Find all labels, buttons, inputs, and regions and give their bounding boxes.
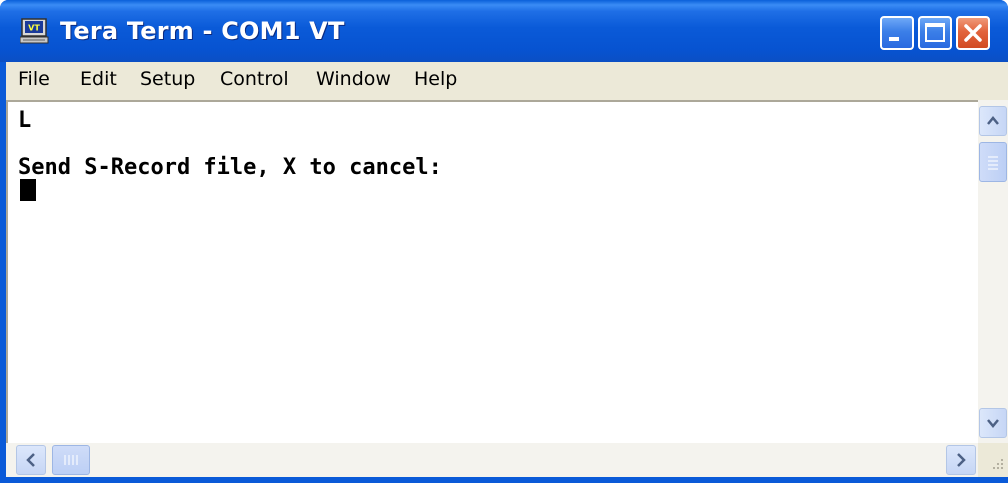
text-cursor xyxy=(20,179,36,201)
terminal-screen[interactable]: L Send S-Record file, X to cancel: xyxy=(6,100,978,443)
chevron-up-icon xyxy=(987,116,999,125)
terminal-line: L xyxy=(18,108,32,133)
title-bar[interactable]: VT Tera Term - COM1 VT xyxy=(0,0,1008,62)
menu-file[interactable]: File xyxy=(18,68,50,90)
grip-icon xyxy=(988,156,998,170)
menu-setup[interactable]: Setup xyxy=(140,68,195,90)
terminal-line: Send S-Record file, X to cancel: xyxy=(18,155,442,180)
maximize-icon xyxy=(925,23,945,42)
scroll-left-button[interactable] xyxy=(16,445,46,475)
chevron-right-icon xyxy=(957,453,966,467)
menu-window[interactable]: Window xyxy=(316,68,391,90)
close-icon xyxy=(964,24,982,42)
menu-bar: File Edit Setup Control Window Help xyxy=(6,62,1008,100)
scroll-down-button[interactable] xyxy=(979,408,1007,438)
svg-text:VT: VT xyxy=(28,24,40,33)
minimize-button[interactable] xyxy=(880,16,914,50)
resize-grip-icon xyxy=(993,459,1003,469)
chevron-left-icon xyxy=(26,453,35,467)
scroll-right-button[interactable] xyxy=(946,445,976,475)
maximize-button[interactable] xyxy=(918,16,952,50)
horizontal-scroll-thumb[interactable] xyxy=(52,445,90,475)
scroll-up-button[interactable] xyxy=(979,106,1007,136)
horizontal-scrollbar[interactable] xyxy=(6,443,978,477)
menu-control[interactable]: Control xyxy=(220,68,289,90)
vertical-scrollbar[interactable] xyxy=(978,100,1008,443)
window-title: Tera Term - COM1 VT xyxy=(60,17,345,45)
vt-terminal-icon: VT xyxy=(20,18,49,44)
menu-edit[interactable]: Edit xyxy=(80,68,117,90)
grip-icon xyxy=(64,455,78,465)
resize-grip[interactable] xyxy=(978,443,1008,477)
close-button[interactable] xyxy=(956,16,990,50)
tera-term-window: VT Tera Term - COM1 VT File Edit Setup C… xyxy=(0,0,1008,483)
vertical-scroll-thumb[interactable] xyxy=(979,142,1007,182)
minimize-icon xyxy=(889,37,899,41)
menu-help[interactable]: Help xyxy=(414,68,457,90)
window-bottom-border xyxy=(0,477,1008,483)
chevron-down-icon xyxy=(987,419,999,428)
